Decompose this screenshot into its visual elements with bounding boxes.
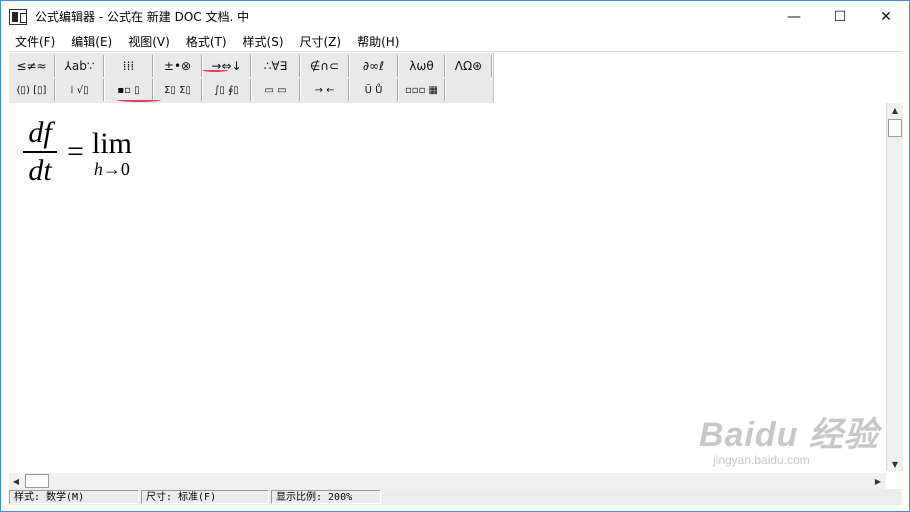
horizontal-scrollbar[interactable]: ◀ ▶: [9, 473, 886, 489]
watermark-url: jingyan.baidu.com: [713, 453, 810, 467]
misc-symbols-button[interactable]: ∂∞ℓ: [350, 55, 398, 77]
embellishments-button[interactable]: ⁞⁞⁞: [105, 55, 153, 77]
watermark-logo: Baidu 经验: [699, 416, 879, 454]
horizontal-scroll-thumb[interactable]: [25, 474, 49, 488]
spaces-ellipses-button[interactable]: ⅄ab∵: [56, 55, 104, 77]
app-icon[interactable]: [9, 8, 27, 25]
set-theory-symbols-button[interactable]: ∉∩⊂: [301, 55, 349, 77]
fence-templates-button[interactable]: (▯) [▯]: [9, 79, 55, 101]
limit-arrow[interactable]: →: [103, 159, 121, 179]
matrix-templates-button[interactable]: ▫▫▫ ▦: [399, 79, 445, 101]
labeled-arrow-templates-button[interactable]: → ←: [301, 79, 349, 101]
scroll-up-arrow-icon[interactable]: ▲: [887, 103, 903, 117]
menu-file[interactable]: 文件(F): [9, 32, 63, 52]
menu-help[interactable]: 帮助(H): [349, 32, 407, 52]
vertical-scrollbar[interactable]: ▲ ▼: [886, 103, 903, 471]
fraction[interactable]: df dt: [23, 117, 57, 187]
limit-expression[interactable]: lim h→0: [92, 129, 132, 180]
equation[interactable]: df dt = lim h→0: [23, 117, 132, 187]
integral-templates-button[interactable]: ∫▯ ∮▯: [203, 79, 251, 101]
equation-editor-window: 公式编辑器 - 公式在 新建 DOC 文档. 中 — ☐ ✕ 文件(F) 编辑(…: [0, 0, 910, 512]
maximize-button[interactable]: ☐: [817, 1, 863, 32]
vertical-scroll-thumb[interactable]: [888, 119, 902, 137]
menu-style[interactable]: 样式(S): [235, 32, 292, 52]
symbol-palette-row: ≤≠≈ ⅄ab∵ ⁞⁞⁞ ±•⊗ →⇔↓ ∴∀∃ ∉∩⊂ ∂∞ℓ λωθ ΛΩ⊛: [9, 54, 493, 78]
baidu-watermark: Baidu 经验 jingyan.baidu.com: [699, 417, 879, 467]
underbar-overbar-templates-button[interactable]: ▭ ▭: [252, 79, 300, 101]
summation-templates-button[interactable]: Σ▯ Σ▯: [154, 79, 202, 101]
limit-subscript[interactable]: h→0: [94, 159, 130, 179]
scroll-down-arrow-icon[interactable]: ▼: [887, 457, 903, 471]
scrollbar-corner: [886, 473, 903, 489]
symbol-toolbar: ≤≠≈ ⅄ab∵ ⁞⁞⁞ ±•⊗ →⇔↓ ∴∀∃ ∉∩⊂ ∂∞ℓ λωθ ΛΩ⊛…: [9, 53, 494, 103]
minimize-button[interactable]: —: [771, 1, 817, 32]
products-set-templates-button[interactable]: Ū Ů: [350, 79, 398, 101]
scroll-right-arrow-icon[interactable]: ▶: [871, 473, 885, 489]
fraction-denominator[interactable]: dt: [26, 155, 53, 187]
limit-value[interactable]: 0: [121, 159, 130, 179]
annotation-underline-subscript-templates: [117, 98, 161, 102]
menu-size[interactable]: 尺寸(Z): [292, 32, 350, 52]
scroll-left-arrow-icon[interactable]: ◀: [9, 473, 23, 489]
operator-symbols-button[interactable]: ±•⊗: [154, 55, 202, 77]
greek-uppercase-button[interactable]: ΛΩ⊛: [446, 55, 492, 77]
menu-bar: 文件(F) 编辑(E) 视图(V) 格式(T) 样式(S) 尺寸(Z) 帮助(H…: [9, 32, 902, 52]
window-title: 公式编辑器 - 公式在 新建 DOC 文档. 中: [35, 10, 250, 24]
logical-symbols-button[interactable]: ∴∀∃: [252, 55, 300, 77]
status-style: 样式: 数学(M): [9, 490, 139, 504]
menu-view[interactable]: 视图(V): [120, 32, 178, 52]
relational-symbols-button[interactable]: ≤≠≈: [9, 55, 55, 77]
limit-variable[interactable]: h: [94, 159, 103, 179]
equals-sign[interactable]: =: [67, 135, 84, 169]
annotation-underline-arrows: [202, 68, 228, 72]
close-button[interactable]: ✕: [863, 1, 909, 32]
status-zoom: 显示比例: 200%: [271, 490, 381, 504]
template-palette-row: (▯) [▯] ⁞ √▯ ▪▫ ▯ Σ▯ Σ▯ ∫▯ ∮▯ ▭ ▭ → ← Ū …: [9, 78, 446, 102]
limit-operator[interactable]: lim: [92, 129, 132, 159]
fraction-bar: [23, 151, 57, 153]
status-size: 尺寸: 标准(F): [141, 490, 269, 504]
title-bar[interactable]: 公式编辑器 - 公式在 新建 DOC 文档. 中 — ☐ ✕: [1, 1, 909, 32]
fraction-numerator[interactable]: df: [26, 117, 53, 149]
greek-lowercase-button[interactable]: λωθ: [399, 55, 445, 77]
menu-format[interactable]: 格式(T): [178, 32, 235, 52]
menu-edit[interactable]: 编辑(E): [63, 32, 120, 52]
arrow-symbols-button[interactable]: →⇔↓: [203, 55, 251, 77]
status-bar: 样式: 数学(M) 尺寸: 标准(F) 显示比例: 200%: [9, 489, 902, 505]
fraction-radical-templates-button[interactable]: ⁞ √▯: [56, 79, 104, 101]
